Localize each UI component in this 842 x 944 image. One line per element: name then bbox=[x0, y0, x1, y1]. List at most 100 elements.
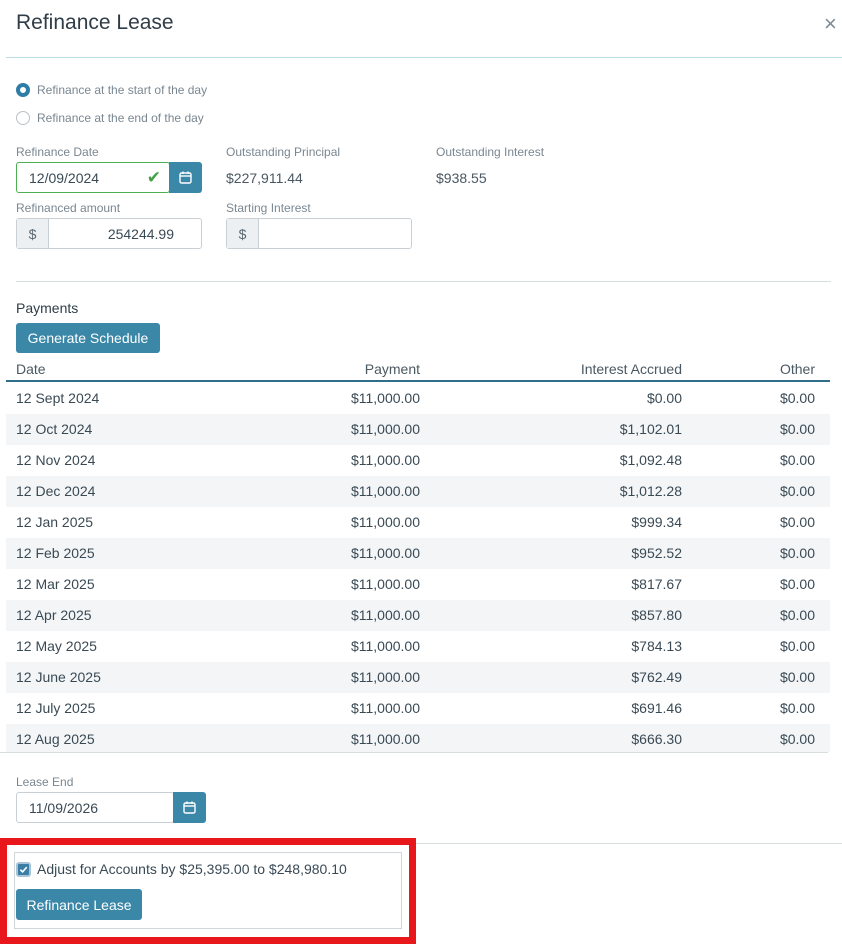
section-divider bbox=[16, 281, 831, 282]
table-row: 12 Feb 2025 $11,000.00 $952.52 $0.00 bbox=[6, 538, 830, 569]
cell-payment: $11,000.00 bbox=[350, 545, 420, 561]
currency-addon: $ bbox=[17, 219, 49, 248]
lease-end-calendar-button[interactable] bbox=[173, 792, 206, 823]
refinanced-amount-label: Refinanced amount bbox=[16, 201, 121, 215]
cell-other: $0.00 bbox=[779, 514, 815, 530]
table-row: 12 Aug 2025 $11,000.00 $666.30 $0.00 bbox=[6, 724, 830, 752]
cell-other: $0.00 bbox=[779, 731, 815, 747]
lease-end-input[interactable]: 11/09/2026 bbox=[16, 792, 174, 823]
adjust-accounts-checkbox[interactable] bbox=[16, 862, 31, 877]
table-row: 12 Jan 2025 $11,000.00 $999.34 $0.00 bbox=[6, 507, 830, 538]
cell-interest: $1,012.28 bbox=[619, 483, 682, 499]
cell-other: $0.00 bbox=[779, 421, 815, 437]
table-row: 12 Nov 2024 $11,000.00 $1,092.48 $0.00 bbox=[6, 445, 830, 476]
radio-end-of-day[interactable]: Refinance at the end of the day bbox=[16, 111, 204, 125]
cell-payment: $11,000.00 bbox=[350, 669, 420, 685]
refinanced-amount-input[interactable]: $ 254244.99 bbox=[16, 218, 202, 249]
cell-interest: $952.52 bbox=[631, 545, 682, 561]
close-icon[interactable]: × bbox=[824, 12, 842, 36]
table-row: 12 June 2025 $11,000.00 $762.49 $0.00 bbox=[6, 662, 830, 693]
cell-date: 12 Aug 2025 bbox=[16, 731, 95, 747]
payments-title: Payments bbox=[16, 300, 79, 316]
table-row: 12 Apr 2025 $11,000.00 $857.80 $0.00 bbox=[6, 600, 830, 631]
cell-payment: $11,000.00 bbox=[350, 638, 420, 654]
cell-other: $0.00 bbox=[779, 669, 815, 685]
table-bottom-divider bbox=[0, 752, 828, 753]
refinance-date-input[interactable]: 12/09/2024 ✔ bbox=[16, 162, 170, 193]
column-header-interest: Interest Accrued bbox=[580, 361, 682, 377]
refinance-date-value: 12/09/2024 bbox=[29, 169, 100, 186]
cell-date: 12 Nov 2024 bbox=[16, 452, 96, 468]
generate-schedule-button[interactable]: Generate Schedule bbox=[16, 323, 160, 353]
cell-date: 12 June 2025 bbox=[16, 669, 101, 685]
table-row: 12 Oct 2024 $11,000.00 $1,102.01 $0.00 bbox=[6, 414, 830, 445]
outstanding-principal-label: Outstanding Principal bbox=[226, 145, 341, 159]
checkmark-icon bbox=[19, 866, 28, 874]
lease-end-value: 11/09/2026 bbox=[29, 799, 99, 816]
radio-label-start: Refinance at the start of the day bbox=[37, 83, 208, 97]
cell-interest: $762.49 bbox=[631, 669, 682, 685]
starting-interest-label: Starting Interest bbox=[226, 201, 311, 215]
outstanding-interest-label: Outstanding Interest bbox=[436, 145, 545, 159]
cell-payment: $11,000.00 bbox=[350, 390, 420, 406]
table-row: 12 Mar 2025 $11,000.00 $817.67 $0.00 bbox=[6, 569, 830, 600]
cell-date: 12 Oct 2024 bbox=[16, 421, 93, 437]
cell-other: $0.00 bbox=[779, 483, 815, 499]
cell-interest: $999.34 bbox=[631, 514, 682, 530]
cell-payment: $11,000.00 bbox=[350, 576, 420, 592]
radio-button-checked[interactable] bbox=[16, 83, 30, 97]
radio-button-unchecked[interactable] bbox=[16, 111, 30, 125]
refinanced-amount-value: 254244.99 bbox=[107, 225, 174, 242]
dialog-header: Refinance Lease × bbox=[0, 0, 842, 58]
column-header-date: Date bbox=[16, 361, 46, 377]
cell-other: $0.00 bbox=[779, 576, 815, 592]
cell-interest: $1,102.01 bbox=[619, 421, 682, 437]
cell-date: 12 Jan 2025 bbox=[16, 514, 94, 530]
cell-other: $0.00 bbox=[779, 390, 815, 406]
starting-interest-input[interactable]: $ bbox=[226, 218, 412, 249]
radio-start-of-day[interactable]: Refinance at the start of the day bbox=[16, 83, 207, 97]
calendar-icon bbox=[179, 171, 192, 184]
cell-other: $0.00 bbox=[779, 700, 815, 716]
table-row: 12 May 2025 $11,000.00 $784.13 $0.00 bbox=[6, 631, 830, 662]
outstanding-principal-value: $227,911.44 bbox=[226, 170, 303, 186]
table-row: 12 July 2025 $11,000.00 $691.46 $0.00 bbox=[6, 693, 830, 724]
cell-other: $0.00 bbox=[779, 545, 815, 561]
calendar-icon bbox=[183, 801, 196, 814]
table-row: 12 Dec 2024 $11,000.00 $1,012.28 $0.00 bbox=[6, 476, 830, 507]
cell-date: 12 Apr 2025 bbox=[16, 607, 92, 623]
cell-interest: $666.30 bbox=[631, 731, 682, 747]
column-header-other: Other bbox=[779, 361, 815, 377]
table-header: Date Payment Interest Accrued Other bbox=[6, 359, 830, 382]
cell-date: 12 Mar 2025 bbox=[16, 576, 95, 592]
cell-interest: $784.13 bbox=[631, 638, 682, 654]
cell-other: $0.00 bbox=[779, 452, 815, 468]
table-row: 12 Sept 2024 $11,000.00 $0.00 $0.00 bbox=[6, 383, 830, 414]
cell-date: 12 May 2025 bbox=[16, 638, 97, 654]
outstanding-interest-value: $938.55 bbox=[436, 170, 487, 186]
starting-interest-value bbox=[259, 219, 411, 248]
adjust-accounts-label: Adjust for Accounts by $25,395.00 to $24… bbox=[37, 861, 347, 877]
dialog-title: Refinance Lease bbox=[16, 11, 174, 34]
cell-interest: $1,092.48 bbox=[619, 452, 682, 468]
cell-payment: $11,000.00 bbox=[350, 731, 420, 747]
cell-payment: $11,000.00 bbox=[350, 483, 420, 499]
cell-other: $0.00 bbox=[779, 638, 815, 654]
cell-payment: $11,000.00 bbox=[350, 514, 420, 530]
refinance-lease-button[interactable]: Refinance Lease bbox=[16, 889, 142, 920]
lease-end-label: Lease End bbox=[16, 775, 74, 789]
cell-other: $0.00 bbox=[779, 607, 815, 623]
cell-payment: $11,000.00 bbox=[350, 700, 420, 716]
radio-label-end: Refinance at the end of the day bbox=[37, 111, 204, 125]
payments-table: Date Payment Interest Accrued Other 12 S… bbox=[6, 359, 830, 752]
cell-interest: $817.67 bbox=[631, 576, 682, 592]
cell-payment: $11,000.00 bbox=[350, 452, 420, 468]
cell-interest: $691.46 bbox=[631, 700, 682, 716]
cell-date: 12 Sept 2024 bbox=[16, 390, 100, 406]
cell-interest: $0.00 bbox=[646, 390, 682, 406]
refinance-date-label: Refinance Date bbox=[16, 145, 99, 159]
checkmark-icon: ✔ bbox=[146, 167, 161, 187]
column-header-payment: Payment bbox=[364, 361, 420, 377]
calendar-button[interactable] bbox=[169, 162, 202, 193]
cell-date: 12 Feb 2025 bbox=[16, 545, 95, 561]
